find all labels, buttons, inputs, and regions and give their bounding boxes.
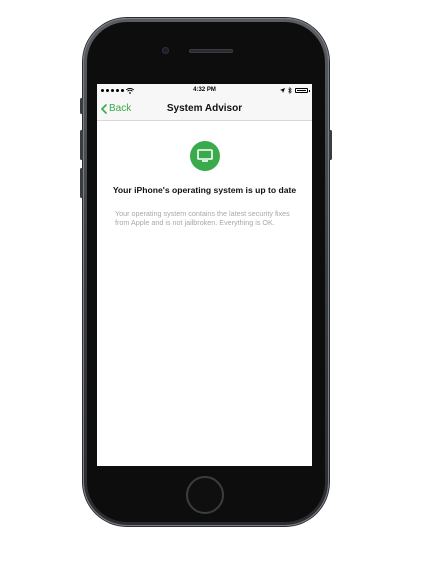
mute-switch xyxy=(80,98,83,114)
status-right xyxy=(280,84,310,97)
home-button[interactable] xyxy=(186,476,224,514)
bluetooth-icon xyxy=(288,87,292,94)
status-headline: Your iPhone's operating system is up to … xyxy=(112,185,297,195)
battery-icon xyxy=(295,88,310,93)
advisor-content: Your iPhone's operating system is up to … xyxy=(97,141,312,227)
navigation-bar: Back System Advisor xyxy=(97,97,312,121)
phone-screen: 4:32 PM Back System Advisor Your iPhone'… xyxy=(97,84,312,466)
location-arrow-icon xyxy=(280,88,285,93)
status-badge xyxy=(189,141,220,171)
front-camera xyxy=(162,47,169,54)
volume-up-button xyxy=(80,130,83,160)
volume-down-button xyxy=(80,168,83,198)
monitor-icon xyxy=(196,149,213,162)
page-title: System Advisor xyxy=(166,103,243,114)
power-button xyxy=(329,130,332,160)
earpiece-speaker xyxy=(189,49,233,53)
status-description: Your operating system contains the lates… xyxy=(115,209,290,227)
status-bar: 4:32 PM xyxy=(97,84,312,97)
